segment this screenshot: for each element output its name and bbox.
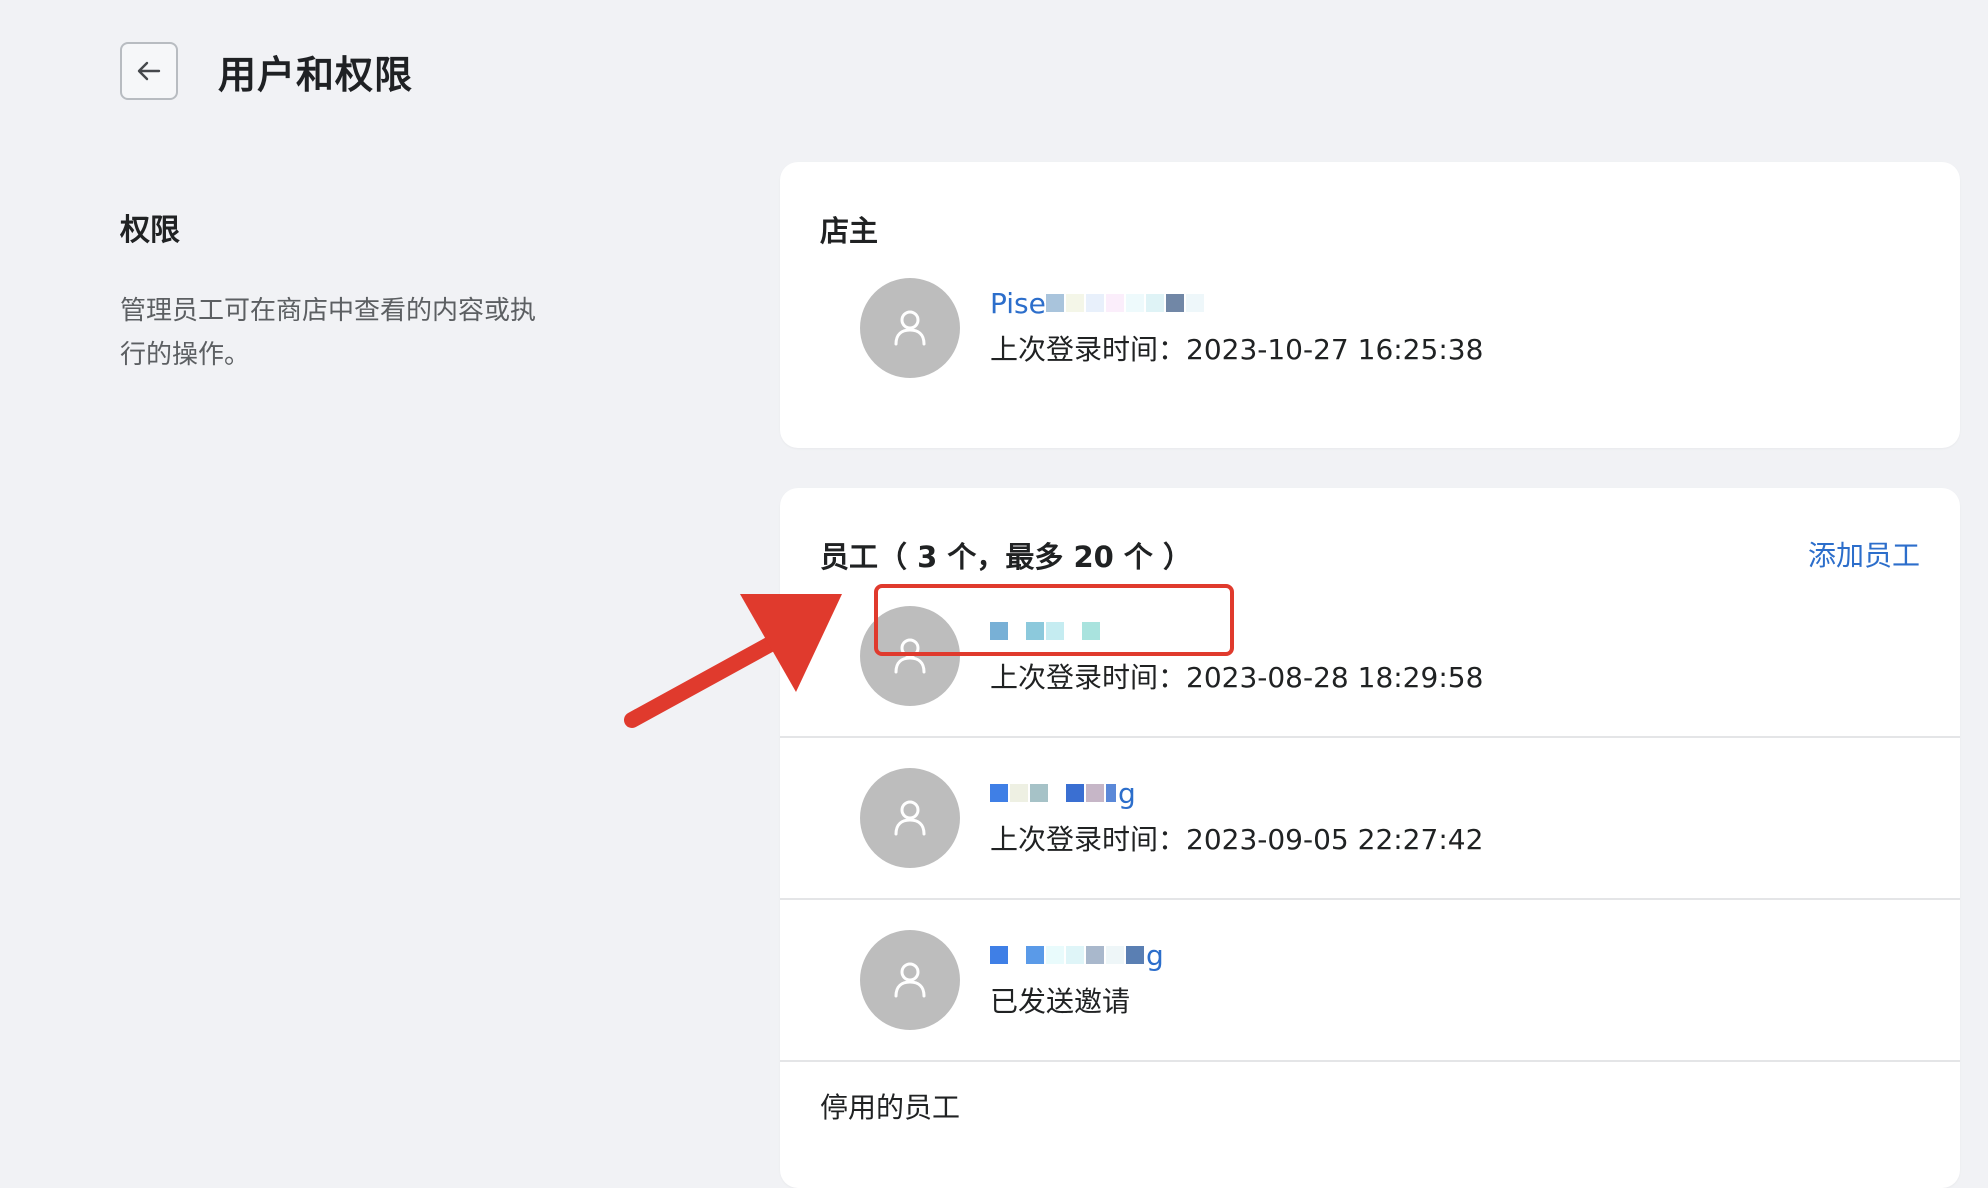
add-staff-link[interactable]: 添加员工 [1808, 534, 1920, 574]
staff-name: g [1146, 938, 1164, 972]
avatar [860, 768, 960, 868]
owner-heading: 店主 [820, 214, 879, 248]
user-icon [894, 310, 926, 346]
user-icon [894, 962, 926, 998]
user-icon [894, 800, 926, 836]
staff-status: 已发送邀请 [990, 985, 1131, 1018]
staff-status: 上次登录时间：2023-08-28 18:29:58 [990, 661, 1484, 694]
owner-name-link[interactable]: Pise [990, 286, 1206, 320]
row-divider [780, 898, 1960, 900]
owner-last-login: 上次登录时间：2023-10-27 16:25:38 [990, 333, 1484, 366]
staff-row[interactable]: g 已发送邀请 [780, 930, 1960, 1040]
avatar [860, 930, 960, 1030]
page-title: 用户和权限 [218, 52, 414, 97]
back-button[interactable] [120, 42, 178, 100]
owner-row[interactable]: Pise 上次登录时间：2023-10-27 16:25:38 [780, 278, 1960, 388]
permissions-intro: 权限 管理员工可在商店中查看的内容或执行的操作。 [120, 205, 580, 377]
redacted-name-mosaic [990, 946, 1146, 964]
staff-row[interactable]: g 上次登录时间：2023-09-05 22:27:42 [780, 768, 1960, 878]
annotation-arrow-icon [624, 594, 842, 728]
owner-card: 店主 Pise 上次登录时间：2023-10-27 16:25:38 [780, 162, 1960, 448]
permissions-description: 管理员工可在商店中查看的内容或执行的操作。 [120, 296, 537, 370]
redacted-name-mosaic [990, 784, 1118, 802]
permissions-title: 权限 [120, 213, 180, 248]
avatar [860, 278, 960, 378]
redacted-name-mosaic [1045, 294, 1206, 312]
staff-status: 上次登录时间：2023-09-05 22:27:42 [990, 823, 1484, 856]
page-header: 用户和权限 [120, 40, 413, 102]
row-divider [780, 1060, 1960, 1062]
owner-name: Pise [990, 286, 1046, 320]
staff-heading: 员工（ 3 个，最多 20 个 ） [820, 540, 1193, 574]
staff-name-link[interactable]: g [990, 938, 1164, 972]
annotation-highlight-box [874, 584, 1234, 656]
disabled-staff-link[interactable]: 停用的员工 [820, 1086, 960, 1126]
row-divider [780, 736, 1960, 738]
staff-name-link[interactable]: g [990, 776, 1136, 810]
staff-name: g [1118, 776, 1136, 810]
arrow-left-icon [137, 61, 161, 81]
